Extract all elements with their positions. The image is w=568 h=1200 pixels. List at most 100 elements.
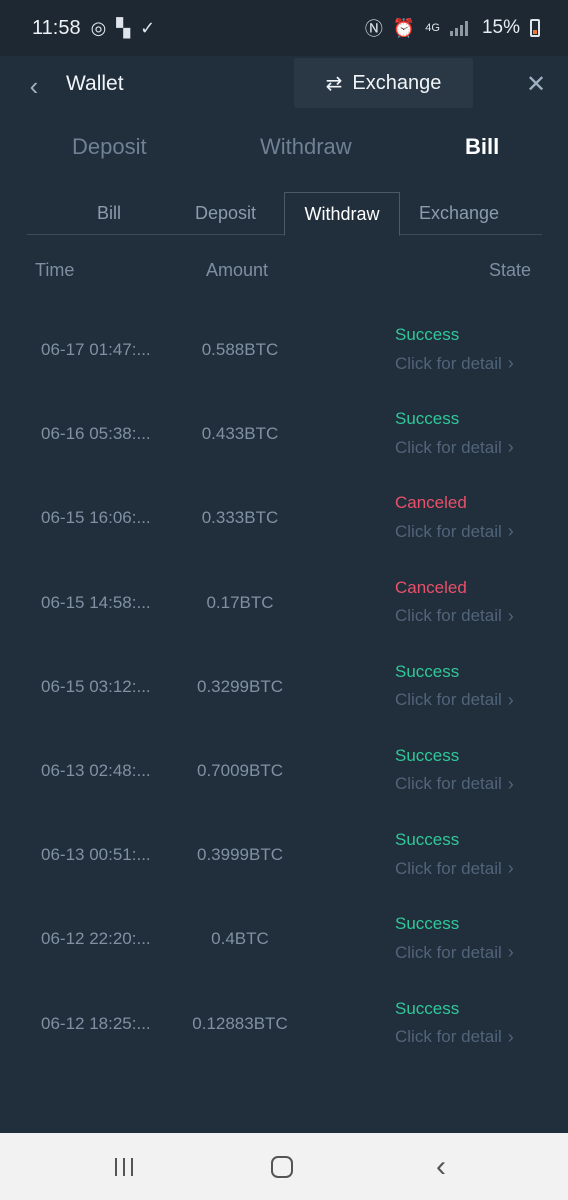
table-row: 06-15 14:58:... 0.17BTC Canceled Click f… bbox=[0, 559, 568, 643]
detail-link[interactable]: Click for detail › bbox=[395, 606, 514, 627]
table-row: 06-13 02:48:... 0.7009BTC Success Click … bbox=[0, 727, 568, 811]
row-amount: 0.588BTC bbox=[201, 340, 279, 359]
chevron-right-icon: › bbox=[507, 942, 514, 963]
row-amount: 0.3999BTC bbox=[197, 845, 283, 865]
top-app-bar: ‹ Wallet ⇄ Exchange ✕ bbox=[0, 56, 568, 114]
system-nav-bar: ‹ bbox=[0, 1133, 568, 1200]
row-amount: 0.3299BTC bbox=[197, 676, 283, 696]
chevron-left-icon: ‹ bbox=[29, 71, 39, 101]
detail-label: Click for detail bbox=[395, 858, 502, 878]
tab-bill[interactable]: Bill bbox=[465, 134, 499, 160]
status-bar: 11:58 ◎ ▚ ✓ Ⓝ ⏰ 4G 15% bbox=[0, 0, 568, 56]
lte-icon: 4G bbox=[425, 22, 440, 34]
row-state: Success bbox=[395, 325, 460, 344]
signal-icon bbox=[449, 20, 468, 36]
row-time: 06-16 05:38:... bbox=[41, 424, 151, 444]
detail-link[interactable]: Click for detail › bbox=[395, 690, 514, 711]
exchange-button-label: Exchange bbox=[352, 71, 442, 94]
table-row: 06-15 03:12:... 0.3299BTC Success Click … bbox=[0, 643, 568, 727]
chevron-right-icon: › bbox=[507, 437, 514, 458]
detail-link[interactable]: Click for detail › bbox=[395, 521, 514, 542]
chevron-right-icon: › bbox=[507, 521, 514, 542]
table-header: Time Amount State bbox=[0, 258, 568, 284]
recent-apps-button[interactable] bbox=[109, 1153, 139, 1181]
row-time: 06-15 16:06:... bbox=[41, 508, 151, 528]
row-amount: 0.17BTC bbox=[206, 592, 274, 612]
row-state: Canceled bbox=[395, 493, 467, 513]
status-time: 11:58 bbox=[32, 16, 81, 39]
subtab-bill[interactable]: Bill bbox=[51, 192, 167, 235]
detail-label: Click for detail bbox=[395, 353, 502, 373]
row-time: 06-15 14:58:... bbox=[41, 592, 151, 612]
back-arrow-icon: ‹ bbox=[436, 1150, 446, 1183]
task-check-icon: ✓ bbox=[140, 17, 156, 38]
exchange-button[interactable]: ⇄ Exchange bbox=[294, 58, 473, 108]
detail-link[interactable]: Click for detail › bbox=[395, 353, 514, 374]
row-amount: 0.333BTC bbox=[201, 508, 279, 528]
detail-label: Click for detail bbox=[395, 606, 502, 626]
subtab-withdraw[interactable]: Withdraw bbox=[284, 192, 400, 236]
row-time: 06-12 22:20:... bbox=[41, 929, 151, 949]
detail-link[interactable]: Click for detail › bbox=[395, 437, 514, 458]
row-state: Success bbox=[395, 409, 460, 429]
row-amount: 0.433BTC bbox=[201, 424, 279, 444]
detail-label: Click for detail bbox=[395, 1027, 502, 1046]
subtab-exchange[interactable]: Exchange bbox=[400, 192, 518, 235]
detail-label: Click for detail bbox=[395, 690, 502, 710]
row-time: 06-12 18:25:... bbox=[41, 1013, 151, 1033]
header-amount: Amount bbox=[206, 260, 269, 280]
subtab-deposit[interactable]: Deposit bbox=[167, 192, 284, 235]
sync-icon: ◎ bbox=[90, 17, 107, 38]
chevron-right-icon: › bbox=[507, 1026, 514, 1047]
tab-withdraw[interactable]: Withdraw bbox=[260, 134, 352, 160]
sub-tabs: Bill Deposit Withdraw Exchange bbox=[27, 192, 542, 236]
row-state: Success bbox=[395, 661, 460, 681]
alarm-icon: ⏰ bbox=[392, 17, 416, 38]
detail-link[interactable]: Click for detail › bbox=[395, 942, 514, 963]
app-m-icon: ▚ bbox=[116, 17, 131, 38]
detail-link[interactable]: Click for detail › bbox=[395, 774, 514, 795]
close-icon: ✕ bbox=[525, 71, 547, 98]
home-button[interactable] bbox=[267, 1153, 297, 1181]
detail-label: Click for detail bbox=[395, 942, 502, 962]
close-button[interactable]: ✕ bbox=[524, 72, 548, 98]
detail-label: Click for detail bbox=[395, 774, 502, 794]
bill-list: 06-17 01:47:... 0.588BTC Success Click f… bbox=[0, 306, 568, 1064]
table-row: 06-17 01:47:... 0.588BTC Success Click f… bbox=[0, 306, 568, 390]
row-time: 06-13 02:48:... bbox=[41, 760, 151, 780]
home-icon bbox=[271, 1156, 293, 1178]
header-state: State bbox=[489, 260, 532, 280]
row-state: Success bbox=[395, 998, 460, 1018]
table-row: 06-12 22:20:... 0.4BTC Success Click for… bbox=[0, 895, 568, 979]
chevron-right-icon: › bbox=[507, 689, 514, 710]
status-right: Ⓝ ⏰ 4G 15% bbox=[365, 15, 540, 41]
battery-icon bbox=[530, 19, 540, 37]
table-row: 06-15 16:06:... 0.333BTC Canceled Click … bbox=[0, 474, 568, 558]
chevron-right-icon: › bbox=[507, 773, 514, 794]
nfc-icon: Ⓝ bbox=[364, 19, 383, 39]
table-row: 06-13 00:51:... 0.3999BTC Success Click … bbox=[0, 811, 568, 895]
row-amount: 0.7009BTC bbox=[197, 760, 283, 780]
chevron-right-icon: › bbox=[507, 605, 514, 626]
page-title: Wallet bbox=[66, 72, 124, 95]
detail-label: Click for detail bbox=[395, 437, 502, 457]
battery-percent: 15% bbox=[481, 17, 520, 38]
row-state: Success bbox=[395, 745, 460, 765]
table-row: 06-12 18:25:... 0.12883BTC Success Click… bbox=[0, 980, 568, 1064]
back-nav-button[interactable]: ‹ bbox=[426, 1150, 456, 1183]
row-amount: 0.12883BTC bbox=[192, 1013, 288, 1033]
row-state: Success bbox=[395, 830, 460, 850]
back-button[interactable]: ‹ bbox=[22, 72, 46, 100]
detail-link[interactable]: Click for detail › bbox=[395, 1027, 514, 1048]
tab-deposit[interactable]: Deposit bbox=[72, 134, 147, 160]
status-left: 11:58 ◎ ▚ ✓ bbox=[32, 17, 155, 40]
row-amount: 0.4BTC bbox=[211, 929, 269, 949]
detail-label: Click for detail bbox=[395, 521, 502, 541]
main-tabs: Deposit Withdraw Bill bbox=[0, 128, 568, 170]
detail-link[interactable]: Click for detail › bbox=[395, 858, 514, 879]
row-state: Canceled bbox=[395, 577, 467, 597]
recent-apps-icon bbox=[109, 1153, 139, 1181]
chevron-right-icon: › bbox=[507, 353, 514, 373]
row-time: 06-13 00:51:... bbox=[41, 845, 151, 865]
swap-arrows-icon: ⇄ bbox=[325, 72, 343, 95]
